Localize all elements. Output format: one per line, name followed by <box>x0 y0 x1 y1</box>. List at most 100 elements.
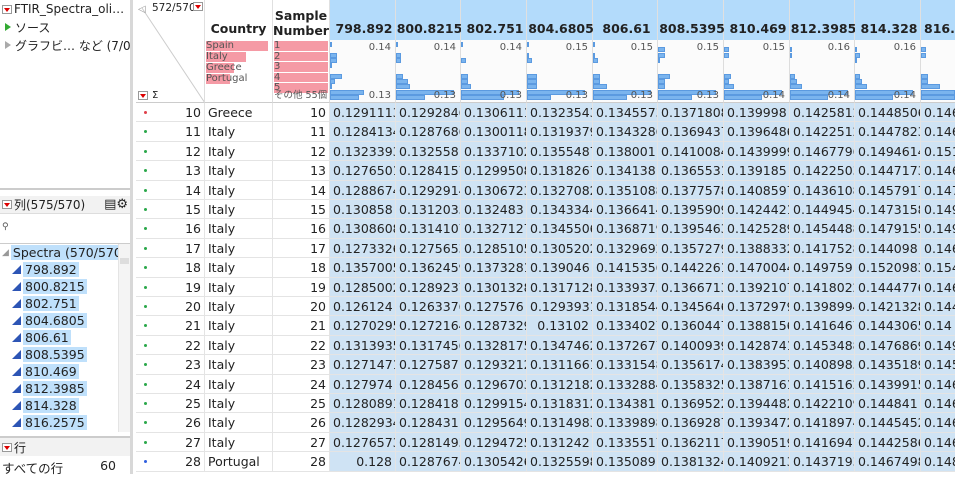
spectra-value-cell[interactable]: 0.1410084 <box>658 141 724 162</box>
spectra-value-cell[interactable]: 0.1366414 <box>593 200 658 220</box>
spectra-value-cell[interactable]: 0.146 <box>921 277 955 297</box>
row-number[interactable]: 18 <box>136 258 205 278</box>
play-icon[interactable] <box>5 23 11 31</box>
column-list-scrollbar[interactable] <box>118 244 130 432</box>
spectra-value-cell[interactable]: 0.1318544 <box>593 297 658 317</box>
spectra-value-cell[interactable]: 0.1292914 <box>396 180 461 200</box>
sample-number-cell[interactable]: 20 <box>273 297 330 317</box>
spectra-value-cell[interactable]: 0.1327127 <box>461 219 527 239</box>
country-cell[interactable]: Italy <box>205 258 273 278</box>
collapse-icon[interactable]: ◢ <box>2 248 9 258</box>
spectra-value-cell[interactable]: 0.1282934 <box>330 413 396 433</box>
spectra-value-cell[interactable]: 0.1293212 <box>461 355 527 375</box>
country-cell[interactable]: Italy <box>205 180 273 200</box>
spectra-value-cell[interactable]: 0.144098 <box>855 238 921 259</box>
row-number[interactable]: 25 <box>136 394 205 414</box>
spectra-value-cell[interactable]: 0.1337102 <box>461 141 527 162</box>
sample-number-cell[interactable]: 22 <box>273 335 330 356</box>
source-item[interactable]: ソース <box>0 18 130 36</box>
spectra-value-cell[interactable]: 0.1289237 <box>396 277 461 297</box>
spectra-value-cell[interactable]: 0.1444776 <box>855 277 921 297</box>
row-number[interactable]: 14 <box>136 180 205 200</box>
country-level-bar[interactable]: Spain <box>206 41 268 51</box>
sample-level-bar[interactable]: 3 <box>274 62 328 72</box>
spectra-value-cell[interactable]: 0.1449454 <box>790 200 855 220</box>
spectra-value-cell[interactable]: 0.1327082 <box>527 180 593 200</box>
spectra-value-cell[interactable]: 0.1329692 <box>593 238 658 259</box>
spectra-value-cell[interactable]: 0.1299508 <box>461 161 527 181</box>
header-spectra-column[interactable]: 816.2 <box>921 0 955 40</box>
spectra-value-cell[interactable]: 0.1318267 <box>527 161 593 181</box>
country-level-bar[interactable]: Greece <box>206 63 242 73</box>
spectra-value-cell[interactable]: 0.1494614 <box>855 141 921 162</box>
row-number[interactable]: 19 <box>136 277 205 297</box>
spectra-value-cell[interactable]: 0.154 <box>921 258 955 278</box>
spectra-value-cell[interactable]: 0.151 <box>921 141 955 162</box>
spectra-value-cell[interactable]: 0.1400939 <box>658 335 724 356</box>
spectra-value-cell[interactable]: 0.1395463 <box>658 219 724 239</box>
spectra-value-cell[interactable]: 0.1299154 <box>461 394 527 414</box>
spectra-value-cell[interactable]: 0.1305426 <box>461 452 527 472</box>
spectra-value-cell[interactable]: 0.1448506 <box>855 103 921 123</box>
table-row[interactable]: 26 Italy 26 0.1282934 0.128431 0.1295649 0.131… <box>136 413 955 433</box>
country-cell[interactable]: Italy <box>205 141 273 162</box>
spectra-value-cell[interactable]: 0.1408597 <box>724 180 790 200</box>
spectra-value-cell[interactable]: 0.1339375 <box>593 277 658 297</box>
spectra-value-cell[interactable]: 0.1345573 <box>593 103 658 123</box>
country-cell[interactable]: Greece <box>205 103 273 123</box>
spectra-value-cell[interactable]: 0.1467796 <box>790 141 855 162</box>
country-cell[interactable]: Italy <box>205 355 273 375</box>
spectra-value-cell[interactable]: 0.1317128 <box>527 277 593 297</box>
spectra-value-cell[interactable]: 0.1357005 <box>330 258 396 278</box>
table-row[interactable]: 25 Italy 25 0.1280891 0.1284181 0.1299154 0.13… <box>136 394 955 414</box>
column-list-item[interactable]: 810.469 <box>0 363 130 380</box>
spectra-value-cell[interactable]: 0.1284157 <box>396 161 461 181</box>
row-number[interactable]: 23 <box>136 355 205 375</box>
spectra-value-cell[interactable]: 0.14 <box>921 316 955 336</box>
column-list-item[interactable]: 802.751 <box>0 295 130 312</box>
spectra-value-cell[interactable]: 0.1415356 <box>593 258 658 278</box>
expand-icon[interactable] <box>5 41 11 49</box>
red-triangle-menu-icon[interactable] <box>2 442 12 452</box>
spectra-value-cell[interactable]: 0.1424421 <box>724 200 790 220</box>
spectra-value-cell[interactable]: 0.1371808 <box>658 103 724 123</box>
column-list-item[interactable]: 816.2575 <box>0 414 130 431</box>
table-row[interactable]: 15 Italy 15 0.130858 0.1312035 0.132483 0.1343… <box>136 200 955 220</box>
spectra-value-cell[interactable]: 0.1291113 <box>330 103 396 123</box>
spectra-value-cell[interactable]: 0.132558 <box>396 141 461 162</box>
spectra-value-cell[interactable]: 0.13102 <box>527 316 593 336</box>
spectra-value-cell[interactable]: 0.1369522 <box>658 394 724 414</box>
spectra-value-cell[interactable]: 0.1318312 <box>527 394 593 414</box>
table-row[interactable]: 19 Italy 19 0.1285002 0.1289237 0.1301328 0.13… <box>136 277 955 297</box>
header-spectra-column[interactable]: 812.3985 <box>790 0 856 40</box>
spectra-value-cell[interactable]: 0.1383953 <box>724 355 790 375</box>
spectra-value-cell[interactable]: 0.1520983 <box>855 258 921 278</box>
spectra-value-cell[interactable]: 0.1272164 <box>396 316 461 336</box>
spectra-value-cell[interactable]: 0.1271471 <box>330 355 396 375</box>
country-cell[interactable]: Italy <box>205 316 273 336</box>
spectra-value-cell[interactable]: 0.1355487 <box>527 141 593 162</box>
spectra-value-cell[interactable]: 0.128 <box>330 452 396 472</box>
spectra-value-cell[interactable]: 0.1285105 <box>461 238 527 259</box>
table-row[interactable]: 13 Italy 13 0.1276501 0.1284157 0.1299508 0.13… <box>136 161 955 181</box>
spectra-value-cell[interactable]: 0.1394482 <box>724 394 790 414</box>
spectra-value-cell[interactable]: 0.149 <box>921 200 955 220</box>
row-number[interactable]: 24 <box>136 374 205 394</box>
spectra-value-cell[interactable]: 0.1395909 <box>658 200 724 220</box>
country-cell[interactable]: Italy <box>205 432 273 453</box>
spectra-value-cell[interactable]: 0.1275871 <box>396 355 461 375</box>
spectra-value-cell[interactable]: 0.146 <box>921 432 955 453</box>
red-triangle-menu-icon[interactable] <box>2 4 12 14</box>
column-group-spectra[interactable]: ◢ Spectra (570/570) <box>0 244 130 261</box>
spectra-value-cell[interactable]: 0.1392107 <box>724 277 790 297</box>
country-cell[interactable]: Italy <box>205 161 273 181</box>
spectra-value-cell[interactable]: 0.1470044 <box>724 258 790 278</box>
table-row[interactable]: 16 Italy 16 0.1308608 0.1314107 0.1327127 0.13… <box>136 219 955 239</box>
spectra-value-cell[interactable]: 0.139046 <box>527 258 593 278</box>
spectra-value-cell[interactable]: 0.1428741 <box>724 335 790 356</box>
sample-number-cell[interactable]: 10 <box>273 103 330 123</box>
sample-number-cell[interactable]: 23 <box>273 355 330 375</box>
spectra-value-cell[interactable]: 0.127974 <box>330 374 396 394</box>
row-number[interactable]: 10 <box>136 103 205 123</box>
country-cell[interactable]: Italy <box>205 219 273 239</box>
